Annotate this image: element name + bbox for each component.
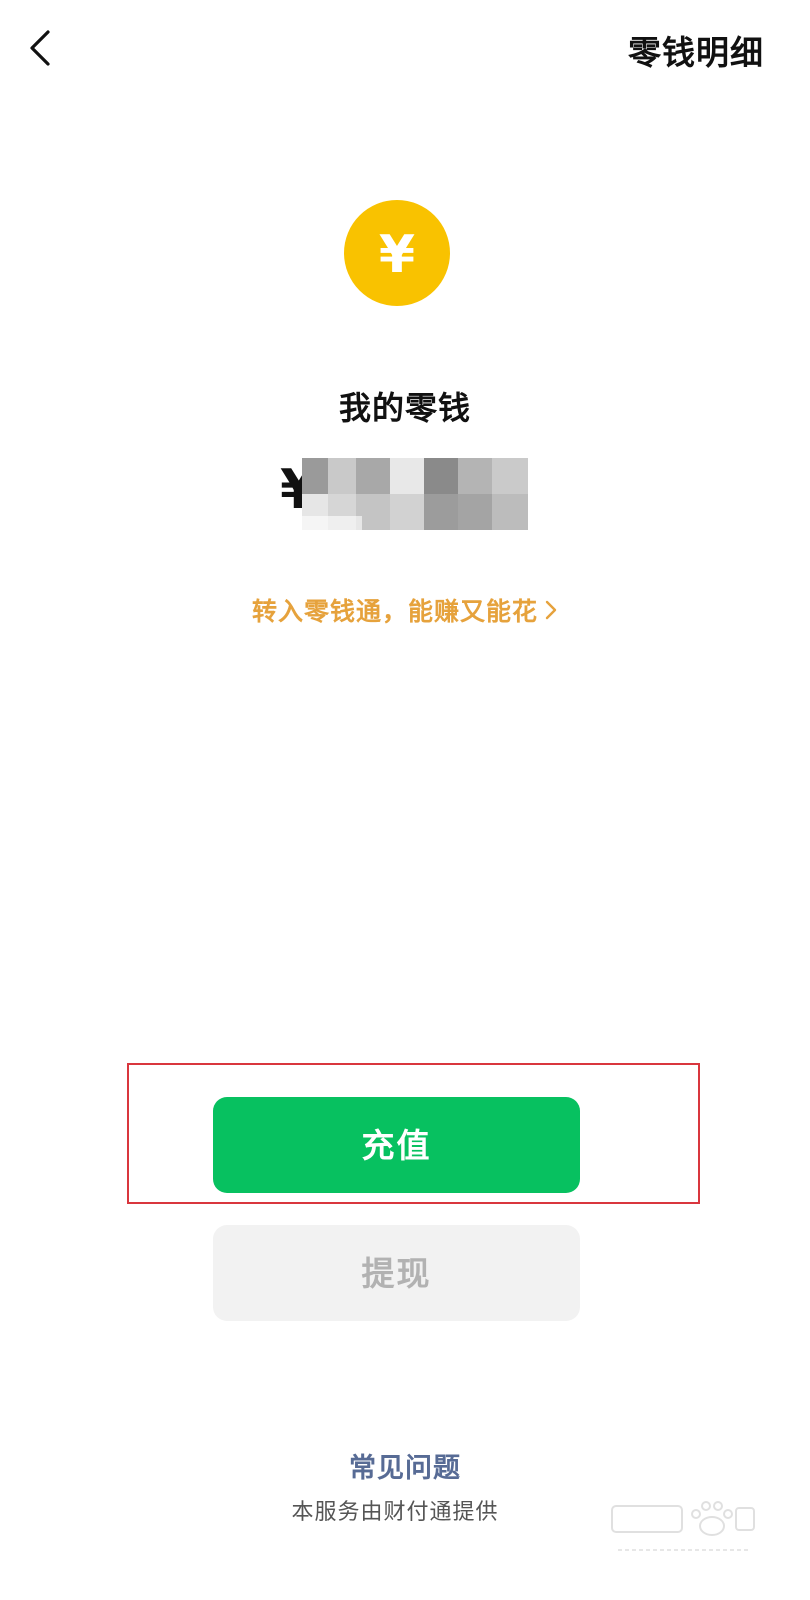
wallet-page: 零钱明细 ¥ 我的零钱 ¥ 转入零钱通，能赚又能花 充值 提现 常见问题 本服务… bbox=[0, 0, 810, 1600]
baidu-jingyan-watermark bbox=[608, 1492, 758, 1564]
balance-label: 我的零钱 bbox=[338, 389, 471, 427]
chevron-right-icon bbox=[544, 598, 558, 628]
promo-link[interactable]: 转入零钱通，能赚又能花 bbox=[0, 592, 810, 628]
redacted-amount-mosaic bbox=[302, 458, 532, 530]
withdraw-button[interactable]: 提现 bbox=[213, 1225, 580, 1321]
balance-amount: ¥ bbox=[276, 454, 546, 534]
promo-text: 转入零钱通，能赚又能花 bbox=[251, 597, 538, 626]
recharge-button[interactable]: 充值 bbox=[213, 1097, 580, 1193]
coin-symbol: ¥ bbox=[379, 225, 415, 285]
yen-coin-icon: ¥ bbox=[344, 200, 450, 306]
back-button[interactable] bbox=[22, 24, 62, 72]
chevron-left-icon bbox=[30, 30, 50, 66]
faq-link[interactable]: 常见问题 bbox=[0, 1446, 810, 1485]
change-details-link[interactable]: 零钱明细 bbox=[628, 26, 764, 74]
